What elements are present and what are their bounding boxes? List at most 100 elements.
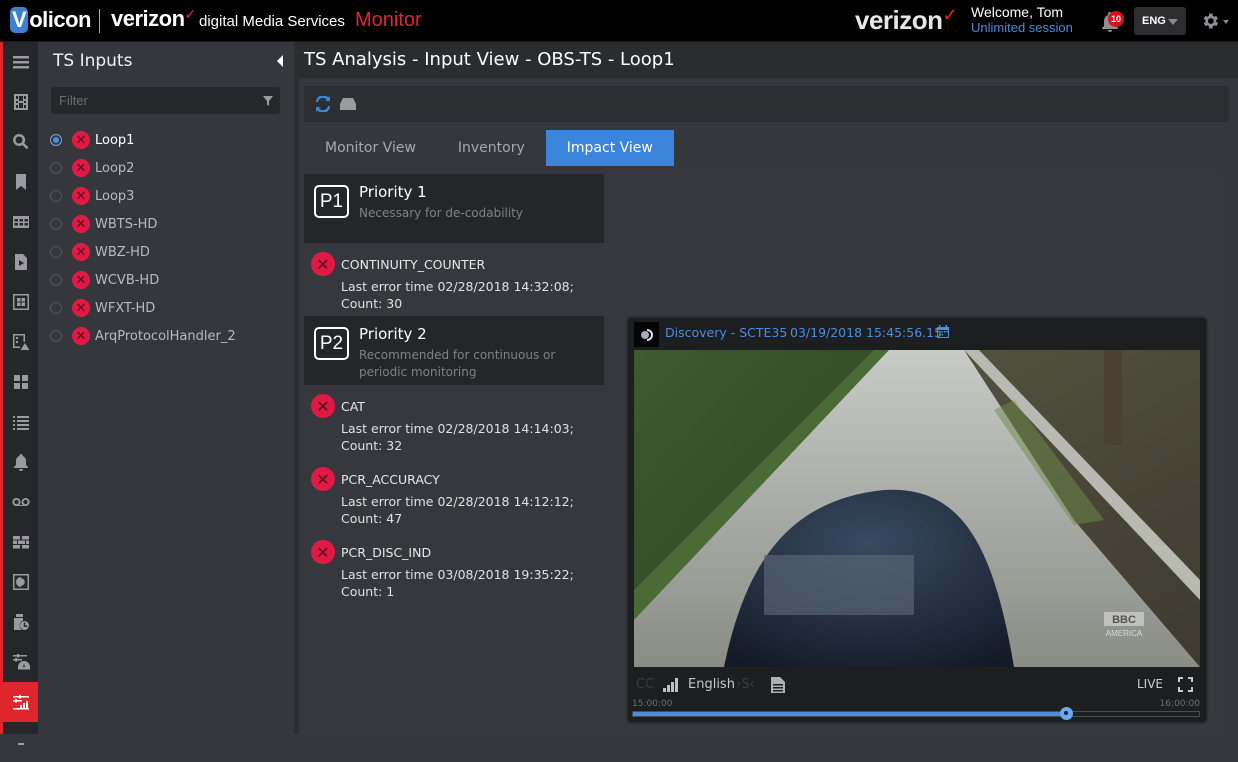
- error-name: PCR_DISC_IND: [341, 545, 432, 560]
- dashboard-icon[interactable]: [3, 362, 38, 402]
- input-radio[interactable]: [50, 162, 62, 174]
- tab-inventory[interactable]: Inventory: [437, 130, 546, 166]
- chevron-down-icon: [1168, 19, 1178, 25]
- input-radio[interactable]: [50, 302, 62, 314]
- error-icon: ✕: [311, 540, 335, 564]
- toolbar: [304, 86, 1229, 122]
- error-status-icon: ✕: [72, 243, 90, 261]
- calendar-icon[interactable]: [936, 325, 950, 339]
- voicemail-icon[interactable]: [3, 482, 38, 522]
- filter-input[interactable]: [51, 87, 280, 114]
- left-nav: [0, 42, 38, 745]
- notifications-count-badge: 10: [1108, 11, 1124, 27]
- language-select[interactable]: ENG: [1134, 7, 1186, 35]
- error-item[interactable]: ✕ CONTINUITY_COUNTER Last error time 02/28…: [304, 252, 604, 316]
- input-name: WCVB-HD: [95, 272, 160, 288]
- settings-caret-icon: [1223, 20, 1229, 24]
- film-icon[interactable]: [3, 82, 38, 122]
- error-status-icon: ✕: [72, 159, 90, 177]
- input-list-item[interactable]: ✕ Loop3: [50, 182, 290, 210]
- input-list-item[interactable]: ✕ ArqProtocolHandler_2: [50, 322, 290, 350]
- fullscreen-icon[interactable]: [1178, 677, 1193, 692]
- document-icon[interactable]: [771, 677, 785, 693]
- subtitles-icon[interactable]: ›S‹: [736, 677, 755, 692]
- input-list-item[interactable]: ✕ WFXT-HD: [50, 294, 290, 322]
- volicon-logo: Volicon: [10, 7, 91, 33]
- list-icon[interactable]: [3, 402, 38, 442]
- priority-badge: P1: [314, 185, 349, 218]
- priority-badge: P2: [314, 327, 349, 360]
- verizon-brand-logo: verizon✓: [855, 5, 958, 35]
- contrast-icon[interactable]: [3, 562, 38, 602]
- error-detail: Last error time 02/28/2018 14:12:12; Cou…: [341, 494, 574, 526]
- input-name: WBTS-HD: [95, 216, 158, 232]
- channel-alert-icon[interactable]: [3, 322, 38, 362]
- input-radio[interactable]: [50, 330, 62, 342]
- input-list-item[interactable]: ✕ WBTS-HD: [50, 210, 290, 238]
- priority-description: Necessary for de-codability: [359, 206, 524, 220]
- bbc-watermark: BBC: [1112, 614, 1136, 626]
- menu-icon[interactable]: [3, 42, 38, 82]
- ts-analysis-icon[interactable]: [3, 682, 38, 722]
- input-name: WFXT-HD: [95, 300, 156, 316]
- view-tabs: Monitor View Inventory Impact View: [304, 130, 674, 166]
- app-name: Monitor: [355, 9, 422, 31]
- bookmark-icon[interactable]: [3, 162, 38, 202]
- input-list-item[interactable]: ✕ Loop1: [50, 126, 290, 154]
- error-status-icon: ✕: [72, 271, 90, 289]
- page-title: TS Analysis - Input View - OBS-TS - Loop…: [299, 42, 1238, 78]
- live-button[interactable]: LIVE: [1137, 677, 1163, 691]
- multiviewer-icon[interactable]: [3, 282, 38, 322]
- impact-view-content: P1 Priority 1 Necessary for de-codability ✕…: [304, 174, 1220, 734]
- input-radio[interactable]: [50, 190, 62, 202]
- error-detail: Last error time 02/28/2018 14:32:08; Cou…: [341, 279, 574, 311]
- input-list-item[interactable]: ✕ Loop2: [50, 154, 290, 182]
- audio-track-select[interactable]: English: [688, 677, 735, 692]
- video-still-image: BBC AMERICA: [634, 350, 1200, 667]
- error-item[interactable]: ✕ CAT Last error time 02/28/2018 14:14:03;…: [304, 394, 604, 458]
- input-list-item[interactable]: ✕ WBZ-HD: [50, 238, 290, 266]
- channel-name[interactable]: Discovery - SCTE35: [665, 325, 787, 340]
- error-item[interactable]: ✕ PCR_ACCURACY Last error time 02/28/2018 …: [304, 467, 604, 531]
- gear-icon[interactable]: [1200, 11, 1220, 31]
- tab-monitor-view[interactable]: Monitor View: [304, 130, 437, 166]
- user-welcome[interactable]: Welcome, Tom Unlimited session: [971, 4, 1073, 36]
- settings-gauge-icon[interactable]: [3, 642, 38, 682]
- video-frame[interactable]: BBC AMERICA: [634, 350, 1200, 667]
- tab-impact-view[interactable]: Impact View: [545, 130, 674, 166]
- verizon-logo: verizon✓: [111, 6, 196, 31]
- america-watermark: AMERICA: [1106, 629, 1143, 638]
- filter-funnel-icon[interactable]: [263, 96, 273, 106]
- bell-icon[interactable]: [3, 442, 38, 482]
- logo-divider: [99, 9, 100, 33]
- error-icon: ✕: [311, 394, 335, 418]
- input-radio[interactable]: [50, 134, 62, 146]
- error-item[interactable]: ✕ PCR_DISC_IND Last error time 03/08/2018 …: [304, 540, 604, 604]
- welcome-text: Welcome, Tom: [971, 4, 1064, 20]
- more-tools-icon[interactable]: [3, 722, 38, 762]
- input-name: WBZ-HD: [95, 244, 150, 260]
- error-status-icon: ✕: [72, 131, 90, 149]
- video-file-icon[interactable]: [3, 242, 38, 282]
- closed-captions-button[interactable]: CC: [636, 677, 654, 692]
- input-radio[interactable]: [50, 246, 62, 258]
- error-status-icon: ✕: [72, 215, 90, 233]
- timeline-scrubber[interactable]: [632, 707, 1200, 720]
- input-list-item[interactable]: ✕ WCVB-HD: [50, 266, 290, 294]
- collapse-panel-icon[interactable]: [277, 55, 283, 67]
- timeline-end: 16:00:00: [1159, 699, 1200, 709]
- input-radio[interactable]: [50, 218, 62, 230]
- search-icon[interactable]: [3, 122, 38, 162]
- input-radio[interactable]: [50, 274, 62, 286]
- error-name: CONTINUITY_COUNTER: [341, 257, 486, 272]
- error-detail: Last error time 03/08/2018 19:35:22; Cou…: [341, 567, 574, 599]
- table-icon[interactable]: [3, 202, 38, 242]
- schedule-icon[interactable]: [3, 602, 38, 642]
- error-status-icon: ✕: [72, 299, 90, 317]
- timeline-handle[interactable]: [1059, 707, 1073, 720]
- discovery-channel-logo: [634, 322, 659, 347]
- refresh-icon[interactable]: [315, 96, 331, 112]
- drive-icon[interactable]: [340, 98, 356, 110]
- video-wall-icon[interactable]: [3, 522, 38, 562]
- panel-splitter[interactable]: [294, 42, 299, 734]
